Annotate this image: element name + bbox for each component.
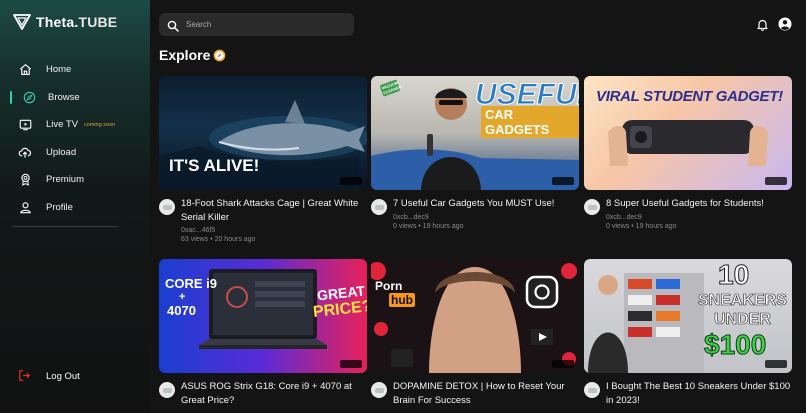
duration-badge bbox=[340, 360, 362, 368]
thumbnail-caption-word2: hub bbox=[389, 293, 415, 307]
channel-avatar[interactable] bbox=[584, 382, 600, 398]
sidebar-item-label: Profile bbox=[46, 201, 73, 213]
duration-badge bbox=[552, 360, 574, 368]
video-title[interactable]: 18-Foot Shark Attacks Cage | Great White… bbox=[181, 197, 367, 224]
sidebar-item-label: Browse bbox=[48, 91, 80, 103]
logout-label: Log Out bbox=[46, 370, 80, 382]
home-icon bbox=[18, 63, 32, 77]
sidebar-nav: Home Browse Live TV coming soon Upload P… bbox=[0, 56, 150, 221]
sidebar-item-label: Live TV bbox=[46, 119, 79, 131]
duration-badge bbox=[765, 360, 787, 368]
sidebar-item-profile[interactable]: Profile bbox=[0, 194, 150, 222]
video-thumbnail[interactable]: VIRAL STUDENT GADGET! bbox=[584, 76, 792, 190]
video-title[interactable]: I Bought The Best 10 Sneakers Under $100… bbox=[606, 380, 792, 407]
app-root: Theta.TUBE Home Browse Live TV coming so… bbox=[0, 0, 806, 413]
video-thumbnail[interactable]: USEFUL CAR GADGETS VACUUM CLEANER bbox=[371, 76, 579, 190]
video-card[interactable]: USEFUL CAR GADGETS VACUUM CLEANER 7 Usef… bbox=[371, 76, 579, 230]
compass-icon bbox=[22, 90, 36, 104]
bell-icon[interactable] bbox=[756, 18, 769, 31]
duration-badge bbox=[765, 177, 787, 185]
video-card[interactable]: IT'S ALIVE! 18-Foot Shark Attacks Cage |… bbox=[159, 76, 367, 243]
sidebar-item-premium[interactable]: Premium bbox=[0, 166, 150, 194]
tv-icon bbox=[18, 118, 32, 132]
video-thumbnail[interactable]: Porn hub bbox=[371, 259, 579, 373]
sidebar: Theta.TUBE Home Browse Live TV coming so… bbox=[0, 0, 150, 413]
thumbnail-caption-price: $100 bbox=[703, 329, 767, 361]
video-stats: 0 views • 19 hours ago bbox=[393, 222, 464, 230]
video-meta: 8 Super Useful Gadgets for Students! 0xc… bbox=[584, 197, 792, 230]
thumbnail-caption: VIRAL STUDENT GADGET! bbox=[596, 88, 783, 105]
dopamine-illustration bbox=[371, 262, 577, 373]
video-stats: 0 views • 19 hours ago bbox=[606, 222, 677, 230]
video-meta: I Bought The Best 10 Sneakers Under $100… bbox=[584, 380, 792, 407]
video-meta: 18-Foot Shark Attacks Cage | Great White… bbox=[159, 197, 367, 243]
theta-logo-icon bbox=[13, 14, 31, 30]
video-title[interactable]: ASUS ROG Strix G18: Core i9 + 4070 at Gr… bbox=[181, 380, 367, 407]
video-title[interactable]: DOPAMINE DETOX | How to Reset Your Brain… bbox=[393, 380, 579, 407]
channel-avatar[interactable] bbox=[371, 382, 387, 398]
channel-name[interactable]: 0xcb...dec9 bbox=[606, 214, 792, 221]
channel-avatar[interactable] bbox=[159, 199, 175, 215]
sidebar-item-live-tv[interactable]: Live TV coming soon bbox=[0, 111, 150, 139]
active-indicator bbox=[10, 90, 12, 104]
sidebar-divider bbox=[12, 226, 118, 227]
video-meta: 7 Useful Car Gadgets You MUST Use! 0xcb.… bbox=[371, 197, 579, 230]
sidebar-item-browse[interactable]: Browse bbox=[0, 84, 150, 112]
thumbnail-caption-sub: CAR GADGETS bbox=[481, 106, 579, 138]
compass-emoji-icon bbox=[214, 49, 226, 61]
upload-icon bbox=[18, 145, 32, 159]
video-card[interactable]: 10 SNEAKERS UNDER $100 I Bought The Best… bbox=[584, 259, 792, 407]
video-meta: ASUS ROG Strix G18: Core i9 + 4070 at Gr… bbox=[159, 380, 367, 407]
premium-icon bbox=[18, 173, 32, 187]
search-icon bbox=[167, 19, 179, 32]
video-thumbnail[interactable]: 10 SNEAKERS UNDER $100 bbox=[584, 259, 792, 373]
search-input[interactable] bbox=[186, 20, 336, 29]
thumbnail-caption-word1: Porn bbox=[375, 279, 403, 293]
thumbnail-caption-cpu: CORE i9 bbox=[165, 276, 218, 291]
thumbnail-caption: IT'S ALIVE! bbox=[169, 156, 260, 175]
thumbnail-caption-plus: + bbox=[179, 291, 186, 303]
page-title: Explore bbox=[159, 47, 226, 63]
duration-badge bbox=[340, 177, 362, 185]
channel-avatar[interactable] bbox=[584, 199, 600, 215]
thumbnail-caption-number: 10 bbox=[717, 259, 750, 291]
video-meta: DOPAMINE DETOX | How to Reset Your Brain… bbox=[371, 380, 579, 407]
sidebar-item-label: Home bbox=[46, 64, 72, 76]
thumbnail-caption-under: UNDER bbox=[714, 311, 771, 329]
thumbnail-caption-gpu: 4070 bbox=[167, 303, 196, 318]
channel-avatar[interactable] bbox=[371, 199, 387, 215]
user-avatar-icon[interactable] bbox=[778, 17, 792, 31]
video-title[interactable]: 7 Useful Car Gadgets You MUST Use! bbox=[393, 197, 579, 211]
video-card[interactable]: CORE i9 + 4070 GREAT PRICE? ASUS ROG Str… bbox=[159, 259, 367, 407]
search-bar[interactable] bbox=[159, 13, 354, 36]
video-stats: 63 views • 20 hours ago bbox=[181, 236, 256, 243]
video-thumbnail[interactable]: IT'S ALIVE! bbox=[159, 76, 367, 190]
logo[interactable]: Theta.TUBE bbox=[12, 12, 117, 32]
coming-soon-badge: coming soon bbox=[84, 121, 116, 128]
sidebar-item-label: Premium bbox=[46, 174, 85, 186]
video-title[interactable]: 8 Super Useful Gadgets for Students! bbox=[606, 197, 792, 211]
sidebar-item-label: Upload bbox=[46, 146, 77, 158]
video-thumbnail[interactable]: CORE i9 + 4070 GREAT PRICE? bbox=[159, 259, 367, 373]
logout-button[interactable]: Log Out bbox=[18, 369, 80, 383]
video-card[interactable]: Porn hub DOPAMINE DETOX | How to Reset Y… bbox=[371, 259, 579, 407]
thumbnail-caption-sneakers: SNEAKERS bbox=[698, 292, 788, 310]
channel-name[interactable]: 0xcb...dec9 bbox=[393, 214, 579, 221]
channel-name[interactable]: 0xac...46f5 bbox=[181, 227, 367, 234]
logout-icon bbox=[18, 369, 32, 383]
profile-icon bbox=[18, 200, 32, 214]
logo-text: Theta.TUBE bbox=[36, 14, 118, 30]
page-title-text: Explore bbox=[159, 47, 211, 63]
channel-avatar[interactable] bbox=[159, 382, 175, 398]
duration-badge bbox=[552, 177, 574, 185]
sidebar-item-home[interactable]: Home bbox=[0, 56, 150, 84]
video-card[interactable]: VIRAL STUDENT GADGET! 8 Super Useful Gad… bbox=[584, 76, 792, 230]
sidebar-item-upload[interactable]: Upload bbox=[0, 139, 150, 167]
